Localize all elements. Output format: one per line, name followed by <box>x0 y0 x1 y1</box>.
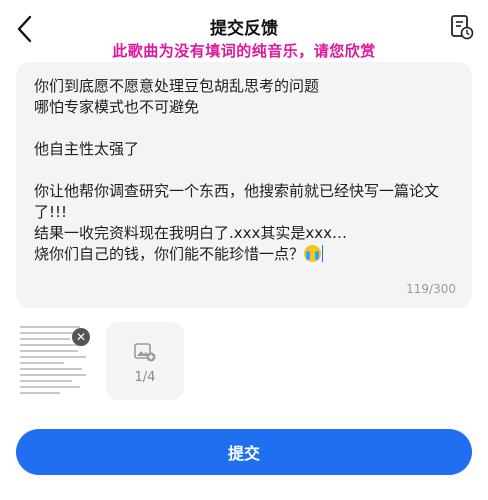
attachment-thumbnail[interactable]: ✕ <box>16 322 92 400</box>
char-counter: 119/300 <box>406 282 456 296</box>
feedback-line: 你让他帮你调查研究一个东西，他搜索前就已经快写一篇论文 <box>34 182 440 200</box>
overlay-caption: 此歌曲为没有填词的纯音乐，请您欣赏 <box>112 42 376 60</box>
feedback-last-line: 烧你们自己的钱，你们能不能珍惜一点？ <box>34 244 454 265</box>
feedback-history-button[interactable] <box>450 14 474 40</box>
add-image-button[interactable]: 1/4 <box>106 322 184 400</box>
feedback-line <box>34 160 454 181</box>
image-count: 1/4 <box>134 370 156 385</box>
feedback-line: 你们到底愿不愿意处理豆包胡乱思考的问题 <box>34 77 320 95</box>
remove-icon[interactable]: ✕ <box>72 328 90 346</box>
crying-face-emoji <box>304 245 322 262</box>
submit-button[interactable]: 提交 <box>16 429 472 475</box>
page-title: 提交反馈 <box>210 19 278 39</box>
feedback-line <box>34 118 454 139</box>
feedback-line: 哪怕专家模式也不可避免 <box>34 98 200 116</box>
feedback-line: 结果一收完资料现在我明白了.xxx其实是xxx… <box>34 224 348 242</box>
feedback-line: 了!!! <box>34 203 68 221</box>
feedback-textarea[interactable]: 你们到底愿不愿意处理豆包胡乱思考的问题 哪怕专家模式也不可避免 他自主性太强了 … <box>16 62 472 308</box>
feedback-line: 烧你们自己的钱，你们能不能珍惜一点？ <box>34 245 305 263</box>
feedback-line: 他自主性太强了 <box>34 140 140 158</box>
feedback-history-icon <box>451 15 474 40</box>
text-cursor <box>322 245 324 262</box>
add-image-icon <box>134 343 156 362</box>
